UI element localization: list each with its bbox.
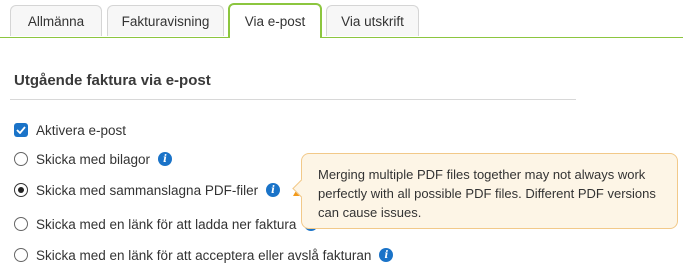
send-with-attachments-radio[interactable] bbox=[14, 152, 28, 166]
tab-fakturavisning[interactable]: Fakturavisning bbox=[107, 5, 224, 36]
send-download-link-row[interactable]: Skicka med en länk för att ladda ner fak… bbox=[14, 214, 319, 234]
send-merged-pdf-row[interactable]: Skicka med sammanslagna PDF-filer i bbox=[14, 180, 308, 200]
info-icon[interactable]: i bbox=[379, 248, 394, 262]
info-icon[interactable]: i bbox=[158, 152, 173, 166]
info-icon[interactable]: i bbox=[266, 183, 281, 197]
section-heading: Utgående faktura via e-post bbox=[14, 72, 211, 89]
tooltip-text: Merging multiple PDF files together may … bbox=[318, 167, 656, 220]
send-accept-link-row[interactable]: Skicka med en länk för att acceptera ell… bbox=[14, 245, 394, 265]
send-with-attachments-label: Skicka med bilagor bbox=[36, 151, 151, 167]
checkmark-icon bbox=[16, 126, 26, 134]
activate-email-row[interactable]: Aktivera e-post bbox=[14, 120, 126, 140]
send-merged-pdf-radio[interactable] bbox=[14, 183, 28, 197]
send-download-link-radio[interactable] bbox=[14, 217, 28, 231]
activate-email-label: Aktivera e-post bbox=[36, 122, 127, 138]
tab-bar: Allmänna Fakturavisning Via e-post Via u… bbox=[0, 0, 683, 38]
send-accept-link-radio[interactable] bbox=[14, 248, 28, 262]
warning-tooltip: Merging multiple PDF files together may … bbox=[292, 153, 678, 229]
tab-via-e-post[interactable]: Via e-post bbox=[228, 3, 322, 38]
send-with-attachments-row[interactable]: Skicka med bilagor i bbox=[14, 149, 173, 169]
send-accept-link-label: Skicka med en länk för att acceptera ell… bbox=[36, 247, 372, 263]
section-divider bbox=[10, 99, 576, 100]
tab-divider bbox=[0, 37, 683, 38]
send-merged-pdf-label: Skicka med sammanslagna PDF-filer bbox=[36, 182, 259, 198]
tab-via-utskrift[interactable]: Via utskrift bbox=[326, 5, 419, 36]
radio-selected-dot bbox=[18, 187, 24, 193]
tab-allmanna[interactable]: Allmänna bbox=[10, 5, 102, 36]
activate-email-checkbox[interactable] bbox=[14, 123, 28, 137]
send-download-link-label: Skicka med en länk för att ladda ner fak… bbox=[36, 216, 297, 232]
